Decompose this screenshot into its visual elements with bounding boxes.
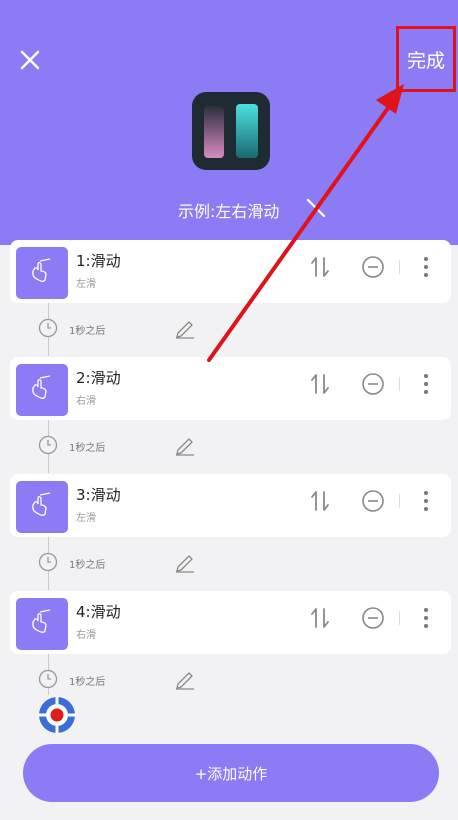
clock-icon — [38, 318, 58, 338]
divider — [399, 377, 400, 391]
remove-icon[interactable] — [361, 606, 385, 630]
action-subtitle: 右滑 — [76, 396, 96, 407]
floating-record-icon[interactable] — [37, 695, 77, 735]
swipe-gesture-icon — [16, 364, 68, 416]
delay-label: 1秒之后 — [69, 560, 106, 571]
more-options-icon[interactable] — [416, 489, 436, 513]
delay-label: 1秒之后 — [69, 326, 106, 337]
edit-delay-icon[interactable] — [174, 434, 196, 456]
script-name: 示例:左右滑动 — [178, 202, 280, 221]
header: 完成 示例:左右滑动 — [0, 0, 458, 245]
done-label: 完成 — [406, 49, 445, 72]
action-title: 4:滑动 — [76, 603, 121, 621]
clock-icon — [38, 552, 58, 572]
divider — [399, 494, 400, 508]
delay-label: 1秒之后 — [69, 677, 106, 688]
clock-icon — [38, 435, 58, 455]
edit-delay-icon[interactable] — [174, 317, 196, 339]
action-card[interactable]: 3:滑动 左滑 — [10, 474, 451, 537]
action-card[interactable]: 1:滑动 左滑 — [10, 240, 451, 303]
swipe-gesture-icon — [16, 247, 68, 299]
remove-icon[interactable] — [361, 372, 385, 396]
divider — [399, 611, 400, 625]
swipe-gesture-icon — [16, 481, 68, 533]
done-button[interactable]: 完成 — [396, 26, 456, 92]
action-card[interactable]: 2:滑动 右滑 — [10, 357, 451, 420]
clock-icon — [38, 669, 58, 689]
more-options-icon[interactable] — [416, 255, 436, 279]
delay-label: 1秒之后 — [69, 443, 106, 454]
sort-icon[interactable] — [308, 488, 332, 514]
remove-icon[interactable] — [361, 255, 385, 279]
close-icon[interactable] — [16, 46, 44, 74]
remove-icon[interactable] — [361, 489, 385, 513]
action-card[interactable]: 4:滑动 右滑 — [10, 591, 451, 654]
action-subtitle: 左滑 — [76, 279, 96, 290]
sort-icon[interactable] — [308, 605, 332, 631]
sort-icon[interactable] — [308, 371, 332, 397]
sort-icon[interactable] — [308, 254, 332, 280]
more-options-icon[interactable] — [416, 606, 436, 630]
add-action-button[interactable]: +添加动作 — [23, 744, 439, 802]
action-subtitle: 左滑 — [76, 513, 96, 524]
script-app-icon — [192, 92, 270, 170]
action-title: 3:滑动 — [76, 486, 121, 504]
more-options-icon[interactable] — [416, 372, 436, 396]
swipe-gesture-icon — [16, 598, 68, 650]
divider — [399, 260, 400, 274]
action-title: 1:滑动 — [76, 252, 121, 270]
add-action-label: +添加动作 — [194, 764, 268, 783]
edit-delay-icon[interactable] — [174, 668, 196, 690]
action-title: 2:滑动 — [76, 369, 121, 387]
action-subtitle: 右滑 — [76, 630, 96, 641]
edit-name-icon[interactable] — [304, 196, 328, 220]
edit-delay-icon[interactable] — [174, 551, 196, 573]
